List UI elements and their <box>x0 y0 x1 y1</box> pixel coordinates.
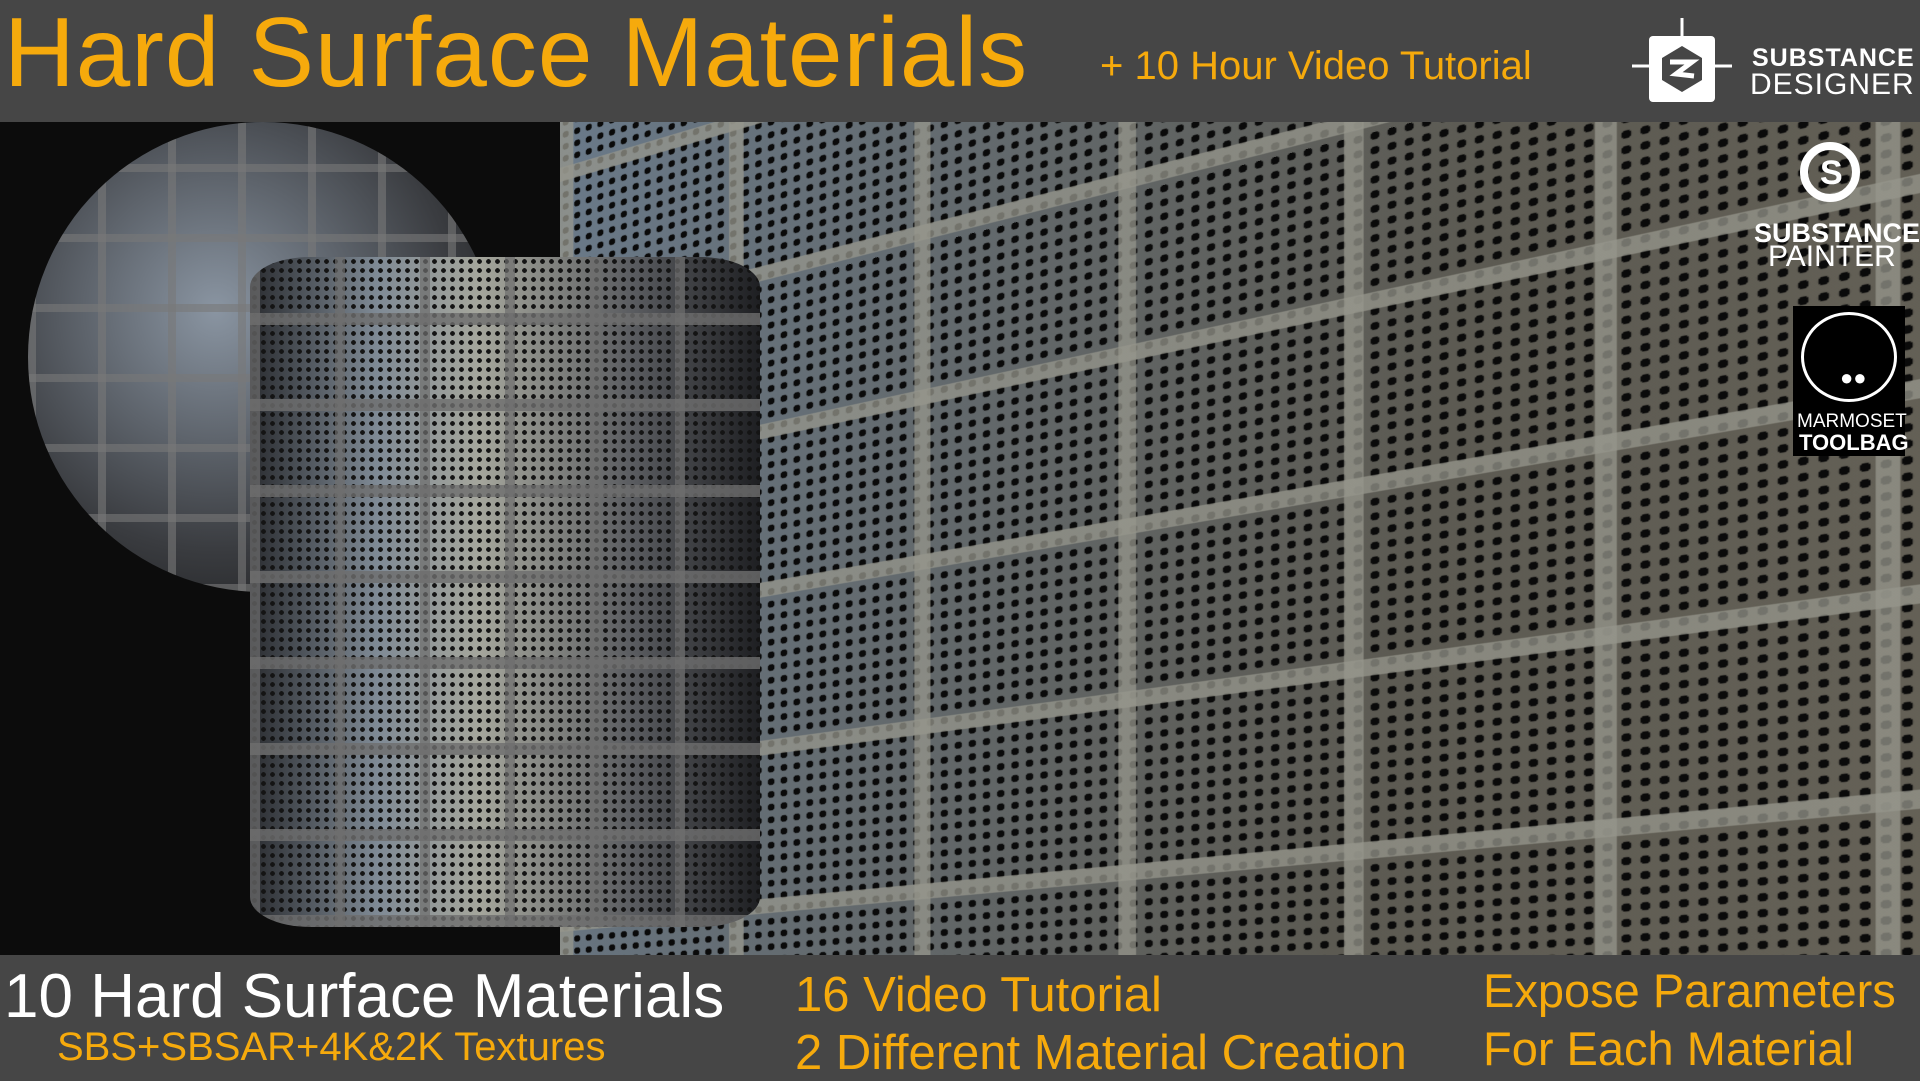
footer-params-line2: For Each Material <box>1483 1021 1854 1076</box>
footer-videos: 16 Video Tutorial <box>795 967 1162 1023</box>
marmoset-head-icon: ●● <box>1801 312 1897 402</box>
subtitle: + 10 Hour Video Tutorial <box>1100 44 1532 89</box>
metal-wall-panel <box>560 122 1920 955</box>
marmoset-toolbag-logo: ●● MARMOSET TOOLBAG <box>1793 306 1905 456</box>
substance-painter-logo: S SUBSTANCE PAINTER <box>1750 122 1920 282</box>
marmoset-line2: TOOLBAG <box>1799 430 1909 456</box>
footer-headline: 10 Hard Surface Materials <box>4 961 724 1032</box>
footer-formats: SBS+SBSAR+4K&2K Textures <box>57 1025 605 1070</box>
footer-params-line1: Expose Parameters <box>1483 963 1896 1018</box>
substance-painter-icon: S <box>1800 142 1860 202</box>
substance-designer-icon <box>1632 18 1732 108</box>
page-title: Hard Surface Materials <box>4 0 1028 109</box>
substance-painter-line2: PAINTER <box>1768 240 1896 274</box>
footer-creation: 2 Different Material Creation <box>795 1025 1407 1081</box>
header-bar: Hard Surface Materials + 10 Hour Video T… <box>0 0 1920 122</box>
material-cylinder <box>250 257 760 927</box>
footer-bar: 10 Hard Surface Materials SBS+SBSAR+4K&2… <box>0 955 1920 1080</box>
substance-designer-line2: DESIGNER <box>1750 68 1915 102</box>
material-render: S SUBSTANCE PAINTER ●● MARMOSET TOOLBAG <box>0 122 1920 955</box>
substance-designer-logo: SUBSTANCE DESIGNER <box>1632 18 1912 108</box>
